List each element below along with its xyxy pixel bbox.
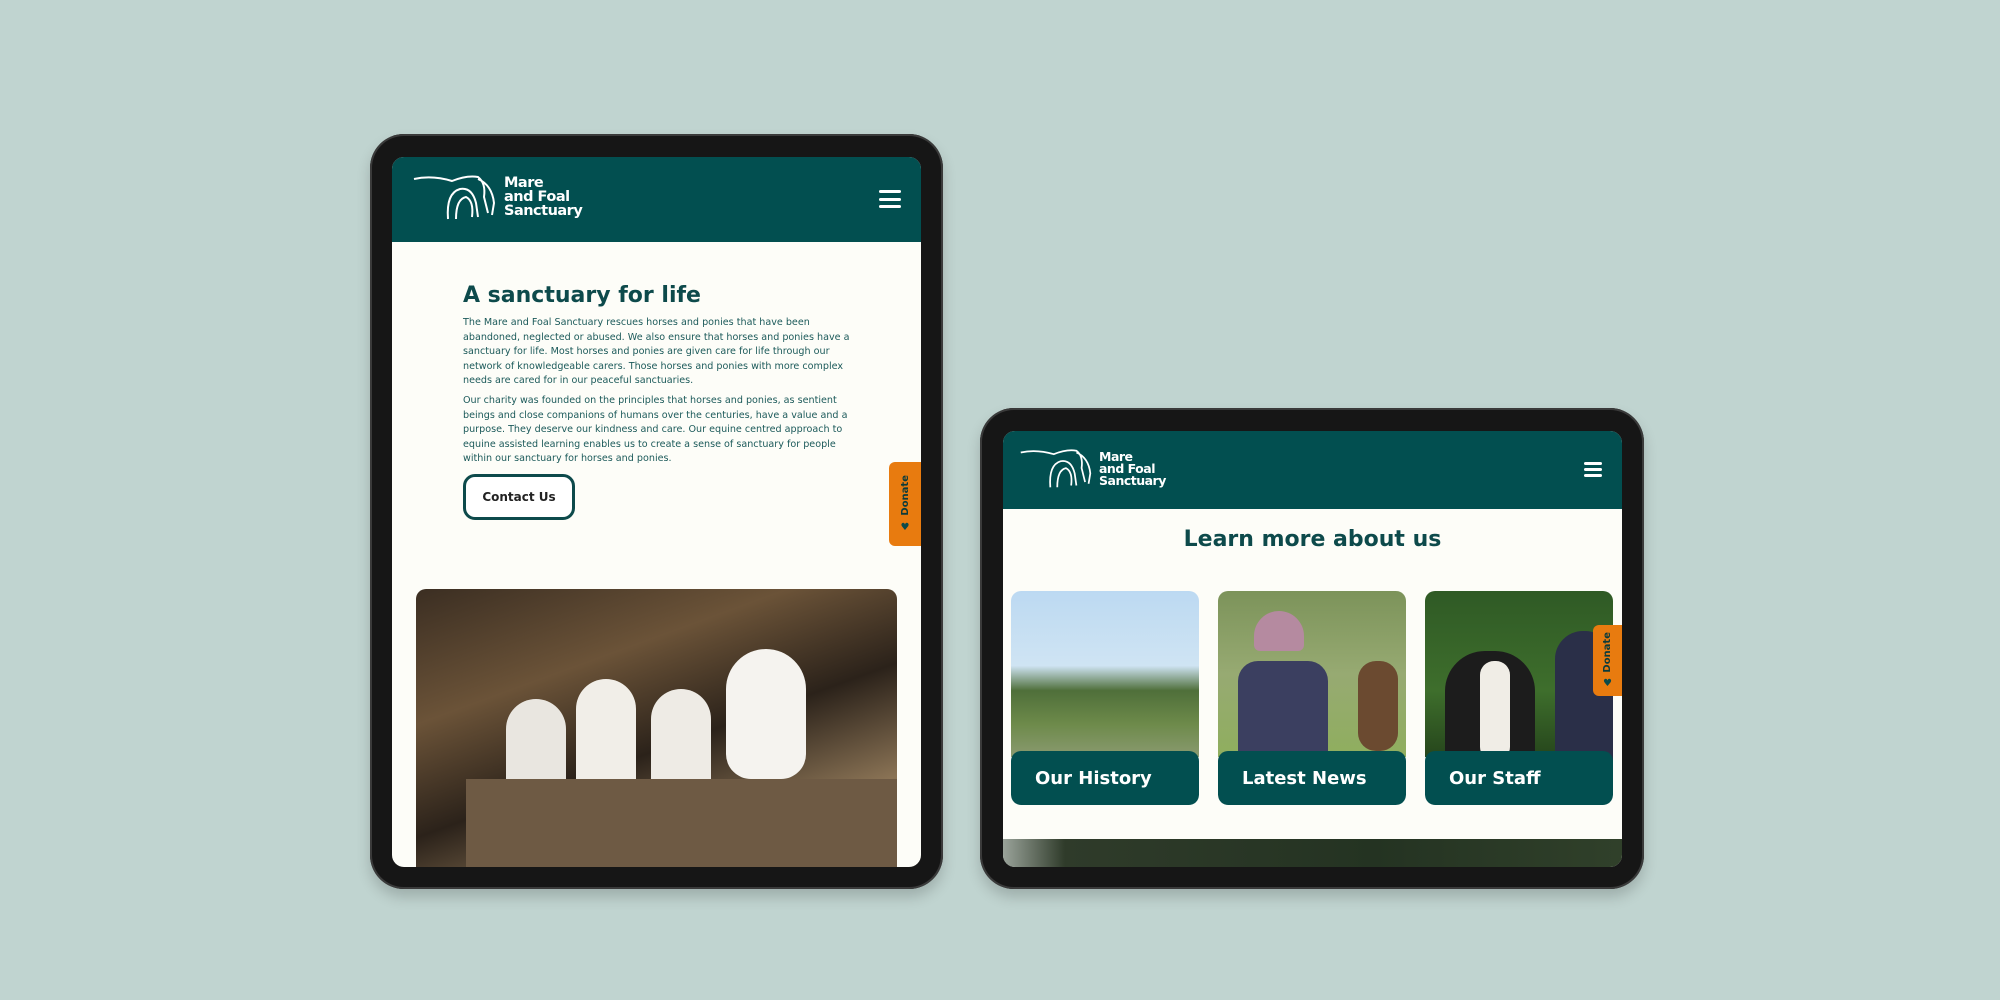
- section-title: Learn more about us: [1183, 527, 1442, 552]
- site-header: Mare and Foal Sanctuary: [1003, 431, 1622, 509]
- tablet-landscape: Mare and Foal Sanctuary Learn more about…: [980, 408, 1644, 889]
- horses-stable-photo: [416, 589, 897, 867]
- logo-line: Sanctuary: [1099, 472, 1166, 488]
- logo[interactable]: Mare and Foal Sanctuary: [1019, 447, 1166, 491]
- bottom-banner-photo: [1003, 839, 1622, 867]
- hamburger-icon[interactable]: [879, 190, 901, 208]
- page-title: A sanctuary for life: [463, 283, 701, 308]
- tablet-portrait: Mare and Foal Sanctuary A sanctuary for …: [370, 134, 943, 889]
- charity-paragraph: Our charity was founded on the principle…: [463, 395, 848, 464]
- card-our-history[interactable]: Our History: [1011, 591, 1199, 805]
- horse-logo-icon: [1020, 449, 1092, 488]
- donate-label: Donate: [1602, 631, 1613, 673]
- horse-logo-icon: [413, 175, 496, 220]
- card-label: Our History: [1011, 751, 1199, 805]
- logo-line: Sanctuary: [504, 202, 583, 219]
- hamburger-icon[interactable]: [1584, 462, 1602, 477]
- heart-icon: ♥: [1603, 678, 1612, 690]
- site-header: Mare and Foal Sanctuary: [392, 157, 921, 242]
- history-photo: [1011, 591, 1199, 757]
- staff-photo: [1425, 591, 1613, 761]
- intro-paragraph: The Mare and Foal Sanctuary rescues hors…: [463, 317, 850, 386]
- heart-icon: ♥: [900, 521, 910, 533]
- donate-tab[interactable]: Donate ♥: [889, 462, 921, 546]
- card-latest-news[interactable]: Latest News: [1218, 591, 1406, 805]
- card-our-staff[interactable]: Our Staff: [1425, 591, 1613, 805]
- tablet-screen: Mare and Foal Sanctuary A sanctuary for …: [392, 157, 921, 867]
- news-photo: [1218, 591, 1406, 761]
- donate-label: Donate: [899, 475, 911, 516]
- tablet-screen: Mare and Foal Sanctuary Learn more about…: [1003, 431, 1622, 867]
- logo[interactable]: Mare and Foal Sanctuary: [412, 173, 583, 223]
- card-label: Latest News: [1218, 751, 1406, 805]
- card-label: Our Staff: [1425, 751, 1613, 805]
- donate-tab[interactable]: Donate ♥: [1593, 625, 1622, 696]
- contact-us-button[interactable]: Contact Us: [463, 474, 575, 520]
